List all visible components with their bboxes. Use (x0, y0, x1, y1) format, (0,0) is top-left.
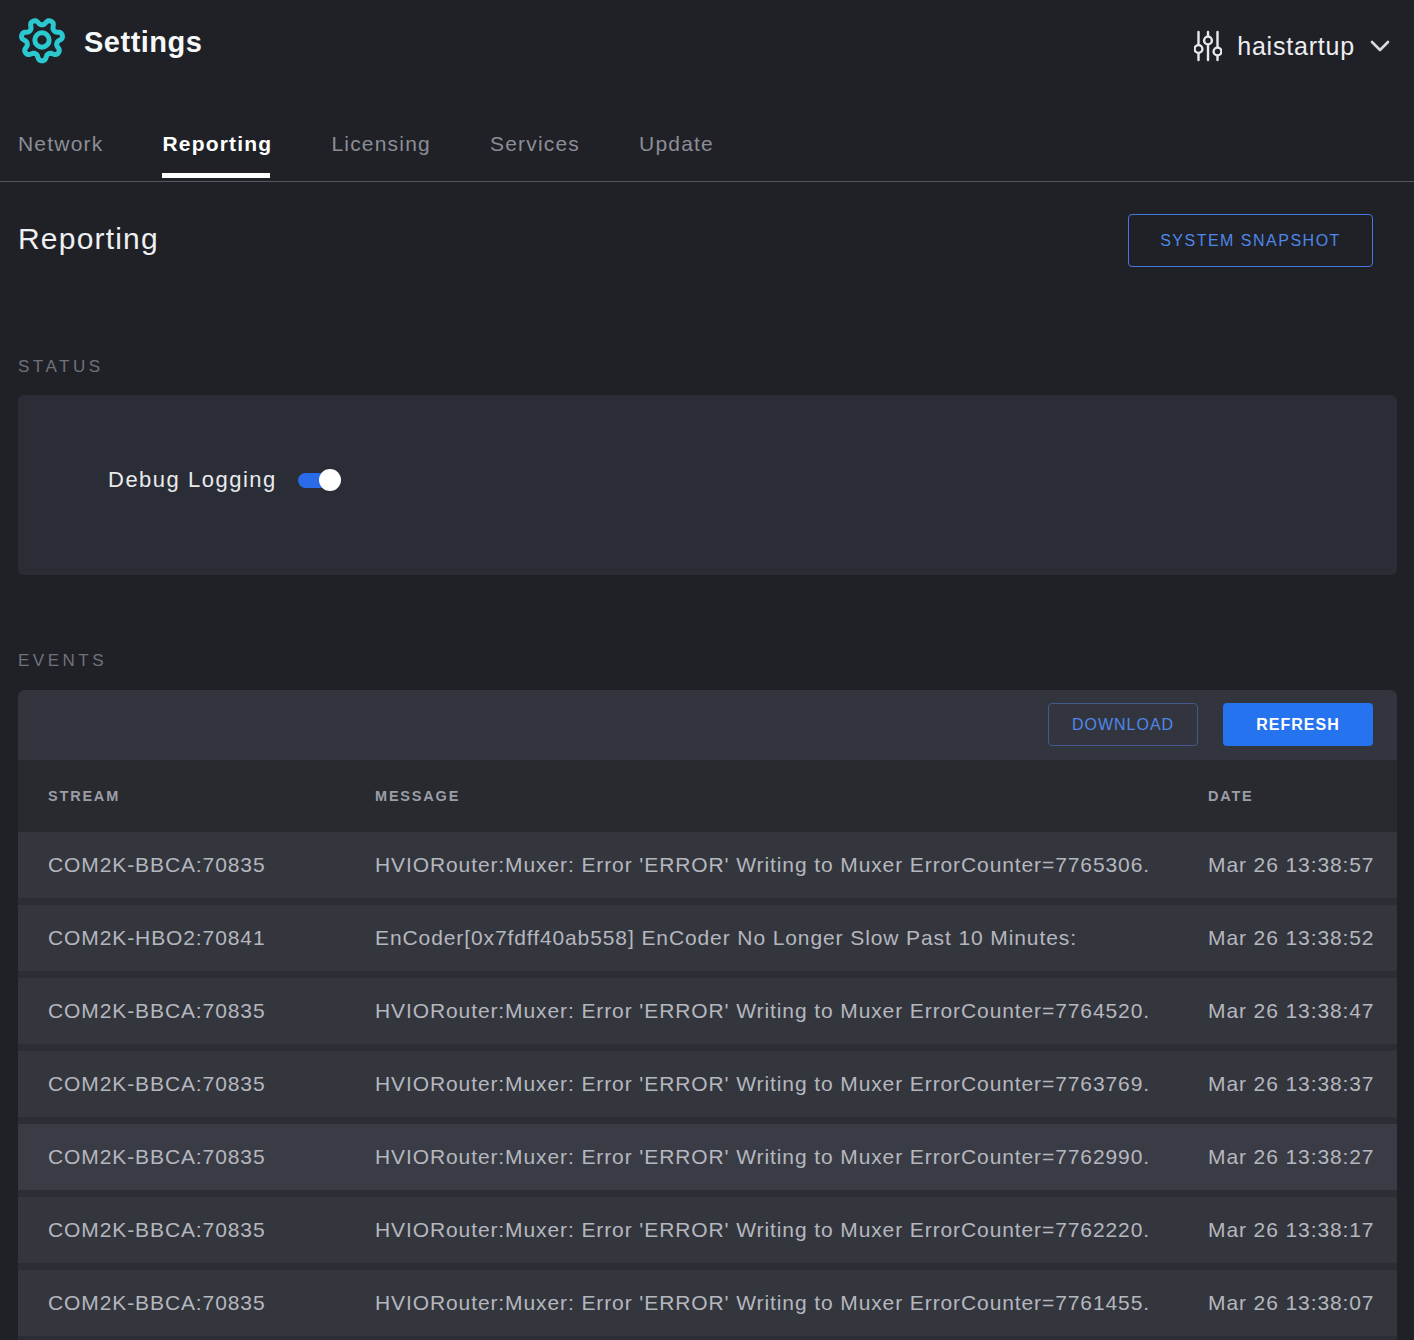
tab-update[interactable]: Update (639, 120, 714, 181)
cell-message: EnCoder[0x7fdff40ab558] EnCoder No Longe… (375, 905, 1077, 971)
cell-date: Mar 26 13:38:27 (1208, 1124, 1374, 1190)
tab-network[interactable]: Network (18, 120, 103, 181)
cell-stream: COM2K-BBCA:70835 (48, 978, 266, 1044)
settings-page: Settings haistartup Network Reporting Li (0, 0, 1414, 1340)
sliders-icon (1194, 30, 1222, 62)
column-header-message: MESSAGE (375, 760, 460, 832)
cell-stream: COM2K-BBCA:70835 (48, 832, 266, 898)
cell-stream: COM2K-BBCA:70835 (48, 1124, 266, 1190)
cell-date: Mar 26 13:38:57 (1208, 832, 1374, 898)
column-header-date: DATE (1208, 760, 1254, 832)
tab-reporting[interactable]: Reporting (162, 120, 272, 181)
cell-date: Mar 26 13:38:07 (1208, 1270, 1374, 1336)
toggle-knob (319, 469, 341, 491)
cell-stream: COM2K-BBCA:70835 (48, 1197, 266, 1263)
events-section-label: EVENTS (18, 651, 107, 671)
cell-date: Mar 26 13:38:17 (1208, 1197, 1374, 1263)
system-snapshot-button[interactable]: SYSTEM SNAPSHOT (1128, 214, 1373, 267)
cell-stream: COM2K-BBCA:70835 (48, 1270, 266, 1336)
cell-stream: COM2K-HBO2:70841 (48, 905, 266, 971)
cell-message: HVIORouter:Muxer: Error 'ERROR' Writing … (375, 832, 1150, 898)
cell-message: HVIORouter:Muxer: Error 'ERROR' Writing … (375, 1270, 1150, 1336)
column-header-stream: STREAM (48, 760, 120, 832)
table-row[interactable]: COM2K-BBCA:70835 HVIORouter:Muxer: Error… (18, 1051, 1397, 1117)
events-table-body: COM2K-BBCA:70835 HVIORouter:Muxer: Error… (18, 832, 1397, 1340)
table-row[interactable]: COM2K-BBCA:70835 HVIORouter:Muxer: Error… (18, 1197, 1397, 1263)
tab-licensing[interactable]: Licensing (331, 120, 431, 181)
settings-gear-icon (18, 16, 66, 64)
table-row[interactable]: COM2K-BBCA:70835 HVIORouter:Muxer: Error… (18, 978, 1397, 1044)
cell-date: Mar 26 13:38:47 (1208, 978, 1374, 1044)
events-table-header: STREAM MESSAGE DATE (18, 760, 1397, 832)
tab-services[interactable]: Services (490, 120, 580, 181)
refresh-button[interactable]: REFRESH (1223, 703, 1373, 746)
cell-stream: COM2K-BBCA:70835 (48, 1051, 266, 1117)
cell-message: HVIORouter:Muxer: Error 'ERROR' Writing … (375, 978, 1150, 1044)
cell-message: HVIORouter:Muxer: Error 'ERROR' Writing … (375, 1124, 1150, 1190)
chevron-down-icon (1370, 40, 1390, 52)
table-row[interactable]: COM2K-HBO2:70841 EnCoder[0x7fdff40ab558]… (18, 905, 1397, 971)
account-name: haistartup (1237, 32, 1355, 61)
table-row[interactable]: COM2K-BBCA:70835 HVIORouter:Muxer: Error… (18, 832, 1397, 898)
download-button[interactable]: DOWNLOAD (1048, 703, 1198, 746)
cell-message: HVIORouter:Muxer: Error 'ERROR' Writing … (375, 1197, 1150, 1263)
app-title: Settings (84, 26, 202, 59)
debug-logging-label: Debug Logging (108, 467, 277, 493)
debug-logging-toggle[interactable] (298, 469, 343, 491)
page-title: Reporting (18, 222, 159, 256)
debug-logging-row: Debug Logging (108, 467, 343, 493)
table-row[interactable]: COM2K-BBCA:70835 HVIORouter:Muxer: Error… (18, 1124, 1397, 1190)
events-toolbar: DOWNLOAD REFRESH (18, 690, 1397, 760)
tab-bar: Network Reporting Licensing Services Upd… (0, 120, 1414, 182)
account-menu[interactable]: haistartup (1194, 28, 1390, 64)
cell-date: Mar 26 13:38:52 (1208, 905, 1374, 971)
cell-date: Mar 26 13:38:37 (1208, 1051, 1374, 1117)
table-row[interactable]: COM2K-BBCA:70835 HVIORouter:Muxer: Error… (18, 1270, 1397, 1336)
cell-message: HVIORouter:Muxer: Error 'ERROR' Writing … (375, 1051, 1150, 1117)
events-panel: DOWNLOAD REFRESH STREAM MESSAGE DATE COM… (18, 690, 1397, 1340)
status-section-label: STATUS (18, 357, 104, 377)
